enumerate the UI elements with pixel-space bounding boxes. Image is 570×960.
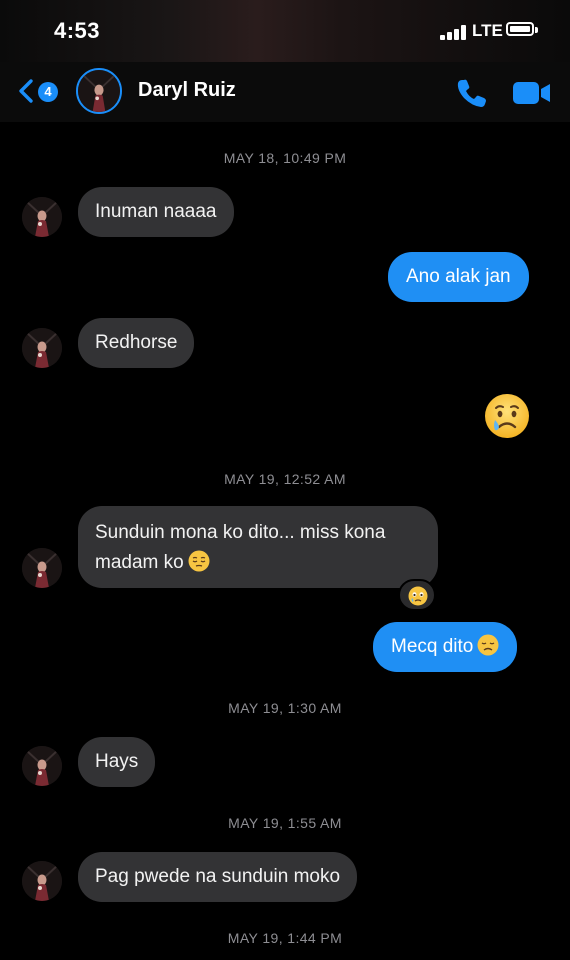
sender-avatar[interactable] [22, 746, 62, 786]
pensive-face-emoji [188, 550, 210, 572]
phone-icon[interactable] [455, 76, 489, 110]
outgoing-message[interactable]: Mecq dito [373, 622, 518, 672]
outgoing-message[interactable]: Ano alak jan [388, 252, 529, 302]
message-text: Inuman naaaa [95, 201, 217, 222]
timestamp: MAY 19, 1:30 AM [228, 700, 342, 716]
message-text: Mecq dito [391, 636, 474, 657]
message-text-line: madam ko [95, 552, 184, 573]
battery-tip [535, 27, 538, 33]
contact-name[interactable]: Daryl Ruiz [138, 79, 236, 102]
sender-avatar[interactable] [22, 328, 62, 368]
signal-bars-icon [440, 24, 470, 40]
incoming-message[interactable]: Redhorse [78, 318, 195, 368]
chevron-left-icon[interactable] [16, 78, 36, 104]
sender-avatar[interactable] [22, 548, 62, 588]
status-time: 4:53 [54, 18, 101, 43]
message-text-line: Sunduin mona ko dito... miss kona [95, 522, 386, 543]
message-text: Redhorse [95, 332, 178, 353]
crying-face-emoji[interactable] [484, 393, 530, 439]
sender-avatar[interactable] [22, 197, 62, 237]
incoming-message[interactable]: Hays [78, 737, 156, 787]
sad-flushed-face-icon [408, 586, 428, 606]
incoming-message[interactable]: Pag pwede na sunduin moko [78, 852, 358, 902]
disappointed-face-emoji [477, 634, 499, 656]
timestamp: MAY 18, 10:49 PM [223, 150, 347, 166]
message-text: Ano alak jan [406, 266, 511, 287]
unread-count-badge[interactable]: 4 [38, 82, 58, 102]
incoming-message[interactable]: Inuman naaaa [78, 187, 234, 237]
timestamp: MAY 19, 1:44 PM [227, 930, 343, 946]
message-text: Hays [95, 751, 139, 772]
contact-avatar[interactable] [76, 68, 122, 114]
sender-avatar[interactable] [22, 861, 62, 901]
status-bar: 4:53 LTE [0, 0, 570, 62]
incoming-message[interactable]: Sunduin mona ko dito... miss kona madam … [78, 506, 438, 588]
conversation-header: 4 Daryl Ruiz [0, 62, 570, 122]
timestamp: MAY 19, 1:55 AM [228, 815, 342, 831]
battery-icon [506, 22, 534, 36]
network-type: LTE [472, 21, 503, 40]
video-camera-icon[interactable] [512, 80, 552, 106]
timestamp: MAY 19, 12:52 AM [224, 471, 346, 487]
message-reaction[interactable] [398, 579, 436, 611]
message-text: Pag pwede na sunduin moko [95, 866, 341, 887]
